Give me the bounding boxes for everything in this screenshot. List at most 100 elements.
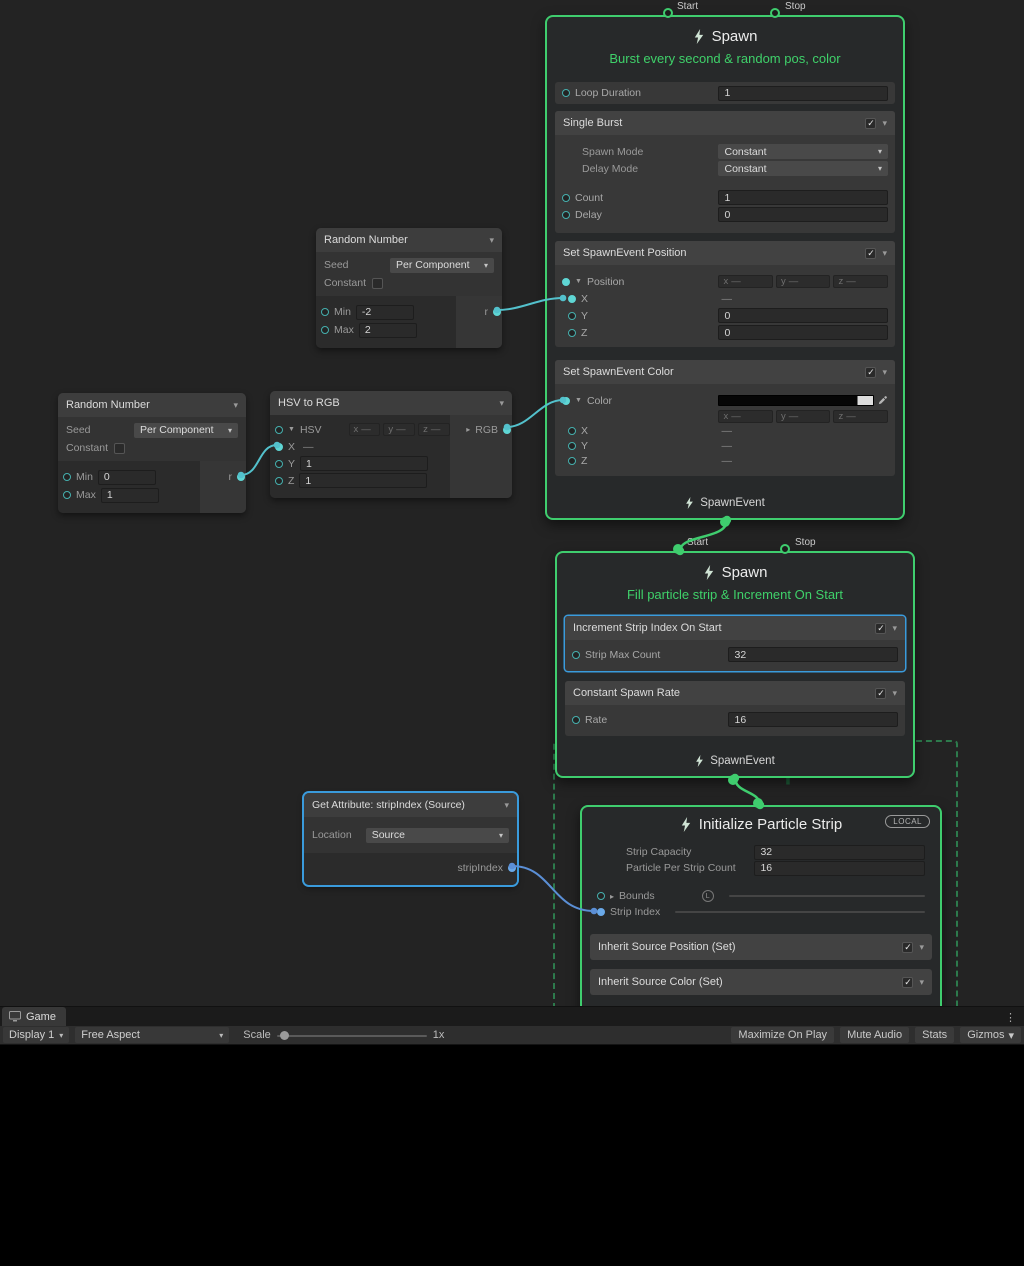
hsv-x-port[interactable] [275,443,283,451]
seed-dropdown[interactable]: Per Component ▾ [134,423,238,438]
block-enabled-checkbox[interactable]: ✓ [902,977,913,988]
seed-dropdown[interactable]: Per Component ▾ [390,258,494,273]
flow-port-start[interactable] [673,544,683,554]
hsv-y-port[interactable] [275,460,283,468]
expand-icon[interactable]: ▼ [575,278,582,285]
flow-port-stop[interactable] [770,8,780,18]
tab-game[interactable]: Game [2,1007,66,1026]
chevron-down-icon[interactable]: ▾ [882,118,887,129]
slider-handle[interactable] [280,1031,289,1040]
block-enabled-checkbox[interactable]: ✓ [875,688,886,699]
delay-mode-dropdown[interactable]: Constant▾ [718,161,888,176]
initialize-particle-strip-context[interactable]: LOCAL Initialize Particle Strip Strip Ca… [580,805,942,1006]
block-enabled-checkbox[interactable]: ✓ [865,367,876,378]
chevron-down-icon[interactable]: ▾ [882,248,887,259]
aspect-dropdown[interactable]: Free Aspect ▾ [75,1027,229,1043]
min-port[interactable] [63,473,71,481]
min-field[interactable]: 0 [98,470,156,485]
flow-port-spawnevent[interactable] [728,775,738,785]
random-number-node-2[interactable]: Random Number ▾ Seed Per Component ▾ Con… [58,393,246,513]
delay-field[interactable]: 0 [718,207,888,222]
delay-port[interactable] [562,211,570,219]
flow-port-spawnevent[interactable] [720,517,730,527]
tab-more-icon[interactable]: ⋮ [1005,1011,1024,1026]
block-header[interactable]: Inherit Source Color (Set) ✓ ▾ [590,969,932,995]
node-title[interactable]: Get Attribute: stripIndex (Source) ▾ [304,793,517,817]
expand-icon[interactable]: ▼ [575,397,582,404]
random-output-port[interactable] [237,473,245,481]
rate-field[interactable]: 16 [728,712,898,727]
hsv-z-port[interactable] [275,477,283,485]
min-port[interactable] [321,308,329,316]
location-dropdown[interactable]: Source ▾ [366,828,509,843]
position-z-port[interactable] [568,329,576,337]
random-output-port[interactable] [493,308,501,316]
block-inherit-source-color[interactable]: Inherit Source Color (Set) ✓ ▾ [590,969,932,995]
spawn-context-2[interactable]: Start Stop Spawn Fill particle strip & I… [555,551,915,778]
block-set-spawnevent-position[interactable]: Set SpawnEvent Position ✓ ▾ ▼ Position x… [555,241,895,347]
chevron-down-icon[interactable]: ▾ [892,623,897,634]
color-z-port[interactable] [568,457,576,465]
block-single-burst[interactable]: Single Burst ✓ ▾ Spawn Mode Constant▾ De… [555,111,895,233]
scale-slider[interactable] [277,1027,427,1043]
hsv-to-rgb-node[interactable]: HSV to RGB ▾ ▼ HSV x— y— z— X [270,391,512,498]
spawn-mode-dropdown[interactable]: Constant▾ [718,144,888,159]
graph-area[interactable]: Particle Strip Random Number ▾ Seed Per … [0,0,1024,1006]
mute-audio-button[interactable]: Mute Audio [840,1027,909,1043]
constant-checkbox[interactable] [372,278,383,289]
particle-per-strip-count-field[interactable]: 16 [754,861,925,876]
display-dropdown[interactable]: Display 1 ▾ [3,1027,69,1043]
color-x-port[interactable] [568,427,576,435]
chevron-down-icon[interactable]: ▾ [919,977,924,988]
max-port[interactable] [63,491,71,499]
position-port[interactable] [562,278,570,286]
y-field[interactable]: 0 [718,308,888,323]
z-field[interactable]: 1 [299,473,427,488]
chevron-down-icon[interactable]: ▾ [892,688,897,699]
block-inherit-source-position[interactable]: Inherit Source Position (Set) ✓ ▾ [590,934,932,960]
block-set-spawnevent-color[interactable]: Set SpawnEvent Color ✓ ▾ ▼ Color [555,360,895,476]
strip-max-count-port[interactable] [572,651,580,659]
block-constant-spawn-rate[interactable]: Constant Spawn Rate ✓ ▾ Rate 16 [565,681,905,736]
block-header[interactable]: Set SpawnEvent Color ✓ ▾ [555,360,895,384]
strip-capacity-field[interactable]: 32 [754,845,925,860]
count-field[interactable]: 1 [718,190,888,205]
chevron-down-icon[interactable]: ▾ [499,398,504,409]
strip-index-port[interactable] [597,908,605,916]
chevron-down-icon[interactable]: ▾ [233,400,238,411]
node-title[interactable]: HSV to RGB ▾ [270,391,512,415]
count-port[interactable] [562,194,570,202]
position-x-port[interactable] [568,295,576,303]
max-field[interactable]: 2 [359,323,417,338]
block-enabled-checkbox[interactable]: ✓ [865,248,876,259]
flow-port-stop[interactable] [780,544,790,554]
eyedropper-icon[interactable] [877,395,888,406]
chevron-right-icon[interactable]: ▸ [610,892,614,901]
node-title[interactable]: Random Number ▾ [58,393,246,417]
flow-port-start[interactable] [663,8,673,18]
color-port[interactable] [562,397,570,405]
min-field[interactable]: -2 [356,305,414,320]
flow-port-start[interactable] [753,798,763,808]
block-increment-strip-index[interactable]: Increment Strip Index On Start ✓ ▾ Strip… [565,616,905,671]
color-y-port[interactable] [568,442,576,450]
spawn-context-1[interactable]: Start Stop Spawn Burst every second & ra… [545,15,905,520]
block-enabled-checkbox[interactable]: ✓ [902,942,913,953]
loop-duration-field[interactable]: 1 [718,86,888,101]
block-header[interactable]: Single Burst ✓ ▾ [555,111,895,135]
chevron-down-icon[interactable]: ▾ [882,367,887,378]
block-header[interactable]: Set SpawnEvent Position ✓ ▾ [555,241,895,265]
block-loop-duration[interactable]: Loop Duration 1 [555,82,895,104]
node-title[interactable]: Random Number ▾ [316,228,502,252]
max-port[interactable] [321,326,329,334]
constant-checkbox[interactable] [114,443,125,454]
hsv-port[interactable] [275,426,283,434]
get-attribute-node[interactable]: Get Attribute: stripIndex (Source) ▾ Loc… [304,793,517,885]
stats-button[interactable]: Stats [915,1027,954,1043]
chevron-down-icon[interactable]: ▾ [504,800,509,811]
bounds-port[interactable] [597,892,605,900]
block-header[interactable]: Increment Strip Index On Start ✓ ▾ [565,616,905,640]
local-space-icon[interactable]: L [702,890,714,902]
chevron-down-icon[interactable]: ▾ [489,235,494,246]
y-field[interactable]: 1 [300,456,428,471]
